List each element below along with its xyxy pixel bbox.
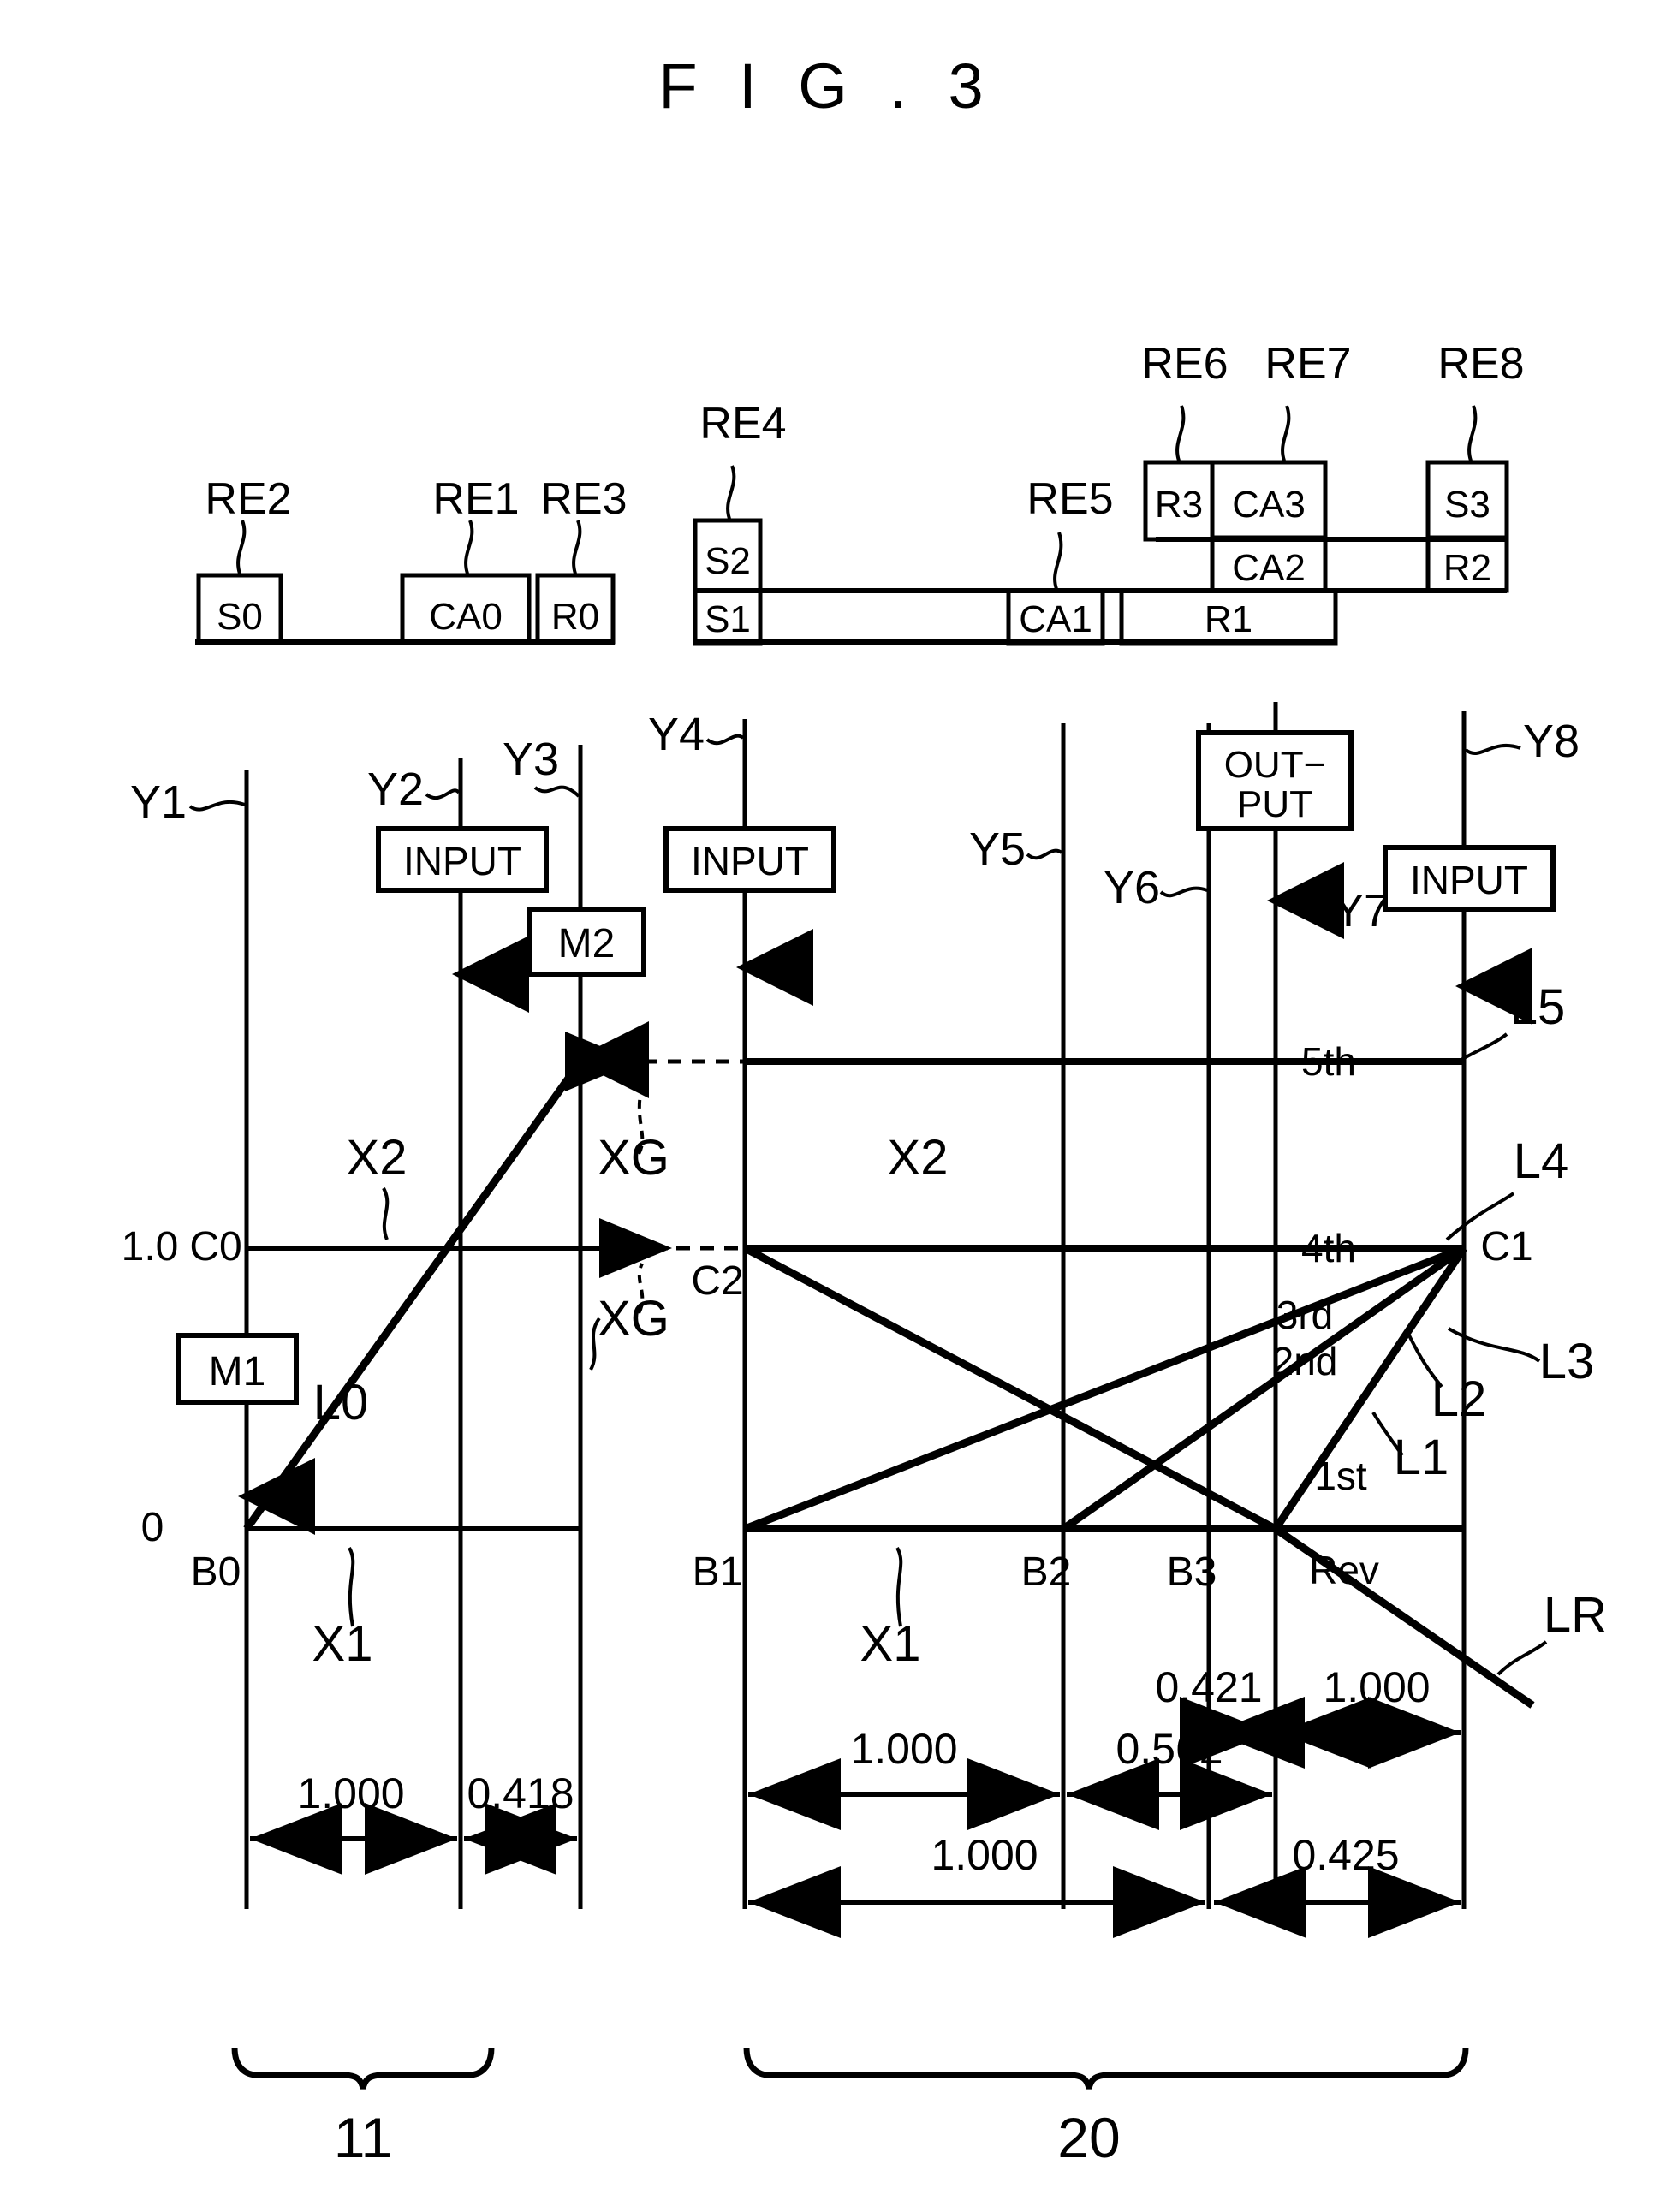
- dim-left-1: 1.000: [297, 1769, 404, 1817]
- axis-label-Y3: Y3: [503, 734, 559, 785]
- brace-right-label: 20: [1057, 2106, 1120, 2169]
- gear-2nd: 2nd: [1272, 1339, 1338, 1383]
- label-L4: L4: [1514, 1133, 1569, 1189]
- node-C1: C1: [1480, 1224, 1532, 1270]
- cell-R1: R1: [1205, 598, 1252, 640]
- cell-S0: S0: [217, 596, 263, 638]
- callout-RE1: RE1: [432, 474, 519, 524]
- io-boxes: INPUT M2 INPUT OUT− PUT INPUT M1: [176, 730, 1556, 1535]
- dim-right-upper-1: 0.421: [1155, 1663, 1262, 1711]
- dim-left-2: 0.418: [467, 1769, 574, 1817]
- axis-labels: Y1 Y2 Y3 Y4 Y5 Y6 Y7 Y8: [130, 709, 1580, 937]
- cell-R0: R0: [551, 596, 599, 638]
- input-box-y8-label: INPUT: [1410, 858, 1528, 902]
- dim-right-mid-2: 0.562: [1116, 1725, 1223, 1773]
- cell-CA3: CA3: [1232, 484, 1306, 526]
- dim-right-upper: 0.421 1.000: [1155, 1663, 1461, 1769]
- figure-canvas: S0 CA0 R0 RE2 RE1 RE3 S1 CA1 R1 S2 CA2 R…: [122, 339, 1607, 2169]
- node-B3: B3: [1167, 1549, 1217, 1595]
- callout-RE6: RE6: [1141, 339, 1228, 389]
- axis-label-Y2: Y2: [367, 764, 424, 815]
- axis-label-Y8: Y8: [1523, 716, 1580, 767]
- gear-4th: 4th: [1301, 1226, 1356, 1270]
- label-XG-lower: XG: [598, 1291, 669, 1347]
- node-B1: B1: [693, 1549, 743, 1595]
- dim-right-mid-1: 1.000: [850, 1725, 957, 1773]
- node-C0: C0: [189, 1224, 241, 1270]
- callout-RE5: RE5: [1026, 474, 1113, 524]
- dim-left: 1.000 0.418: [250, 1769, 577, 1875]
- cell-CA1: CA1: [1019, 598, 1092, 640]
- axis-label-Y6: Y6: [1104, 862, 1160, 913]
- label-X2-right: X2: [888, 1130, 949, 1186]
- cell-S1: S1: [705, 598, 751, 640]
- dim-right-lower: 1.000 0.425: [748, 1831, 1461, 1938]
- label-XG-upper: XG: [598, 1130, 669, 1186]
- line-L0: [243, 1059, 584, 1531]
- node-C2: C2: [691, 1258, 743, 1304]
- axis-label-Y4: Y4: [648, 709, 705, 760]
- gear-3rd: 3rd: [1276, 1293, 1333, 1337]
- label-L3: L3: [1539, 1334, 1595, 1389]
- callout-RE8: RE8: [1437, 339, 1524, 389]
- cell-S3: S3: [1444, 484, 1490, 526]
- dim-right-low-1: 1.000: [931, 1831, 1038, 1879]
- label-X1-left: X1: [312, 1616, 373, 1672]
- cell-CA2: CA2: [1232, 547, 1306, 589]
- brace-right: 20: [743, 2047, 1469, 2169]
- label-L1: L1: [1394, 1430, 1449, 1485]
- cell-CA0: CA0: [429, 596, 503, 638]
- left-lever-group: S0 CA0 R0 RE2 RE1 RE3: [195, 474, 628, 645]
- m2-label: M2: [558, 921, 616, 966]
- cell-R3: R3: [1155, 484, 1203, 526]
- callout-RE7: RE7: [1264, 339, 1351, 389]
- output-box-line1: OUT−: [1224, 744, 1326, 786]
- input-box-y2-label: INPUT: [403, 839, 521, 883]
- dim-right-low-2: 0.425: [1292, 1831, 1399, 1879]
- gear-5th: 5th: [1301, 1039, 1356, 1084]
- right-lever-group: S1 CA1 R1 S2 CA2 R2 R3 CA3 S3 RE4 RE5 RE…: [693, 339, 1525, 646]
- dim-right-middle: 1.000 0.562: [748, 1725, 1272, 1830]
- label-L0: L0: [313, 1375, 369, 1430]
- node-B0: B0: [191, 1549, 241, 1595]
- brace-left-label: 11: [334, 2106, 393, 2169]
- input-box-y4-label: INPUT: [691, 839, 809, 883]
- output-box-line2: PUT: [1237, 783, 1312, 825]
- callout-RE2: RE2: [205, 474, 291, 524]
- line-L3-seg: [742, 1245, 1278, 1532]
- gear-rev: Rev: [1309, 1548, 1379, 1592]
- m1-label: M1: [209, 1349, 266, 1394]
- dim-right-upper-2: 1.000: [1323, 1663, 1430, 1711]
- axis-label-Y7: Y7: [1333, 885, 1389, 937]
- callout-RE3: RE3: [540, 474, 627, 524]
- label-LR: LR: [1544, 1587, 1607, 1643]
- label-L5: L5: [1510, 979, 1566, 1035]
- scale-one: 1.0: [122, 1224, 179, 1270]
- label-L2: L2: [1431, 1371, 1487, 1427]
- brace-left: 11: [231, 2047, 495, 2169]
- node-B2: B2: [1021, 1549, 1072, 1595]
- line-2nd: [1061, 1245, 1467, 1532]
- cell-S2: S2: [705, 540, 751, 582]
- scale-zero: 0: [141, 1505, 164, 1550]
- axis-label-Y5: Y5: [969, 824, 1026, 875]
- callout-RE4: RE4: [699, 399, 786, 449]
- gear-1st: 1st: [1314, 1454, 1367, 1498]
- axis-label-Y1: Y1: [130, 776, 187, 828]
- cell-R2: R2: [1443, 547, 1491, 589]
- label-X2-left: X2: [347, 1130, 408, 1186]
- label-X1-right: X1: [860, 1616, 921, 1672]
